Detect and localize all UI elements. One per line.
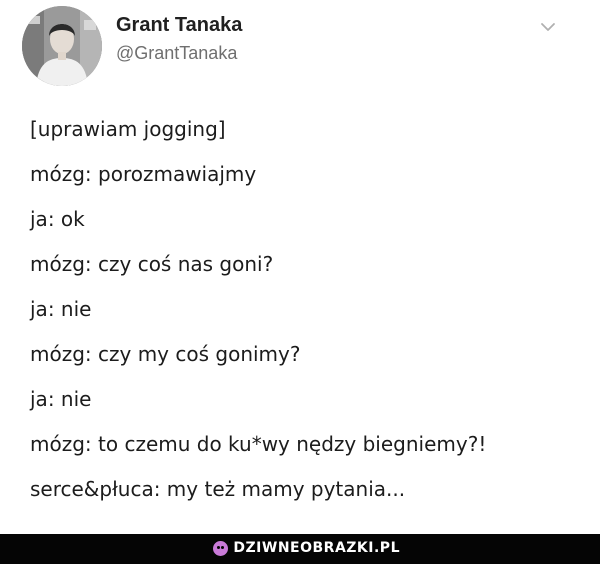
watermark-text: DZIWNEOBRAZKI.PL	[233, 540, 400, 556]
tweet-line: ja: nie	[30, 387, 92, 411]
tweet-line: mózg: to czemu do ku*wy nędzy biegniemy?…	[30, 432, 487, 456]
tweet-line: mózg: czy my coś gonimy?	[30, 342, 301, 366]
watermark[interactable]: DZIWNEOBRAZKI.PL	[213, 540, 400, 556]
tweet-line: mózg: czy coś nas goni?	[30, 252, 274, 276]
tweet-text: [uprawiam jogging] mózg: porozmawiajmy j…	[30, 112, 590, 517]
tweet-line: serce&płuca: my też mamy pytania...	[30, 477, 406, 501]
watermark-bar: DZIWNEOBRAZKI.PL	[0, 534, 600, 564]
author-handle[interactable]: @GrantTanaka	[116, 43, 237, 64]
brand-logo-icon	[213, 540, 229, 556]
author-display-name[interactable]: Grant Tanaka	[116, 14, 242, 37]
chevron-down-icon[interactable]	[538, 20, 558, 34]
tweet-line: ja: nie	[30, 297, 92, 321]
avatar[interactable]	[22, 6, 102, 86]
tweet-line: [uprawiam jogging]	[30, 117, 226, 141]
tweet-line: ja: ok	[30, 207, 85, 231]
tweet-line: mózg: porozmawiajmy	[30, 162, 257, 186]
avatar-photo	[22, 6, 102, 86]
